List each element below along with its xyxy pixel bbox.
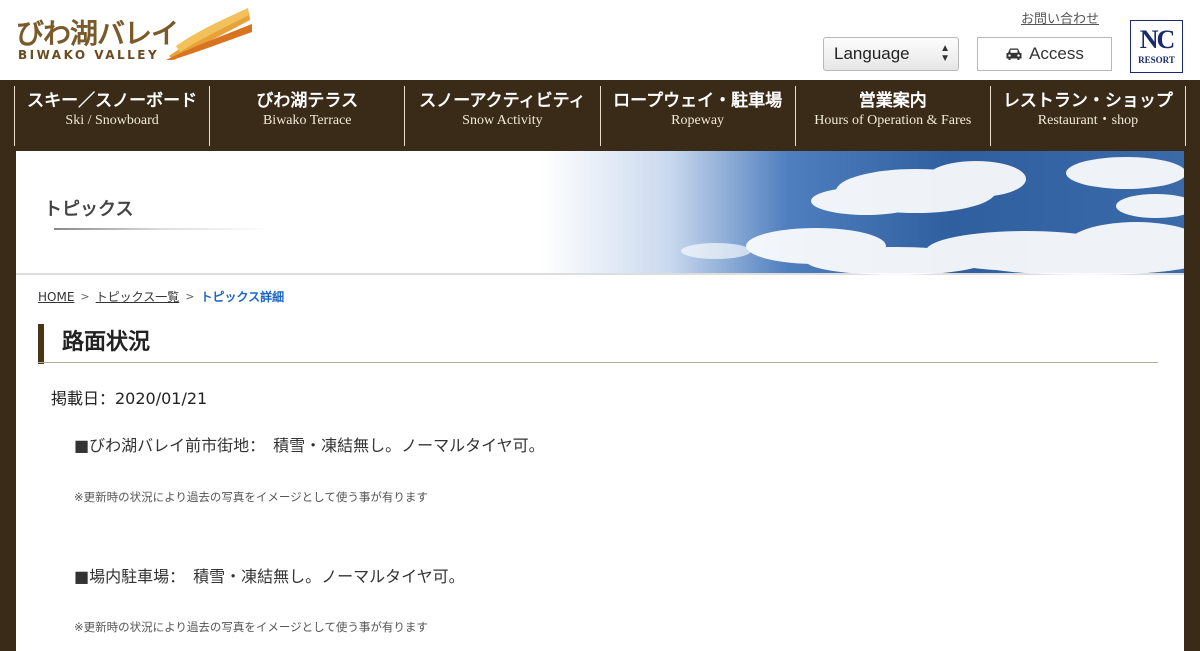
title-divider xyxy=(38,362,1158,363)
nc-logo-bottom: RESORT xyxy=(1138,55,1175,65)
nav-item-label-en: Biwako Terrace xyxy=(262,113,352,128)
nav-item-label-jp: びわ湖テラス xyxy=(256,91,359,111)
language-select[interactable]: Language ▲ ▼ xyxy=(823,37,959,71)
access-button-label: Access xyxy=(1029,44,1084,63)
nc-resort-logo[interactable]: NC RESORT xyxy=(1130,20,1183,73)
main-nav: スキー／スノーボード Ski / Snowboard びわ湖テラス Biwako… xyxy=(14,86,1187,146)
road-status-city: ■びわ湖バレイ前市街地： 積雪・凍結無し。ノーマルタイヤ可。 xyxy=(74,436,545,455)
post-date: 掲載日：2020/01/21 xyxy=(51,389,208,408)
banner-title: トピックス xyxy=(44,199,134,220)
nav-item-ropeway[interactable]: ロープウェイ・駐車場 Ropeway xyxy=(599,86,795,146)
breadcrumb-separator-icon: > xyxy=(185,290,195,303)
nav-item-restaurant-shop[interactable]: レストラン・ショップ Restaurant・shop xyxy=(989,86,1187,146)
nav-item-label-en: Snow Activity xyxy=(462,113,543,128)
nav-item-label-jp: スノーアクティビティ xyxy=(419,91,586,111)
car-icon xyxy=(1006,48,1022,60)
nav-item-label-en: Ski / Snowboard xyxy=(65,113,159,128)
nav-item-ski-snowboard[interactable]: スキー／スノーボード Ski / Snowboard xyxy=(14,86,209,146)
nav-item-label-en: Restaurant・shop xyxy=(1037,113,1139,128)
language-select-label: Language xyxy=(834,44,910,63)
logo-text-jp: びわ湖バレイ xyxy=(16,17,179,50)
content-panel: トピックス HOME > トピックス一覧 > トピックス詳細 路面状況 掲載日：… xyxy=(16,151,1184,651)
photo-note: ※更新時の状況により過去の写真をイメージとして使う事が有ります xyxy=(74,490,428,504)
nav-item-label-jp: スキー／スノーボード xyxy=(27,91,198,111)
contact-link[interactable]: お問い合わせ xyxy=(1021,8,1099,27)
banner-underline xyxy=(54,228,270,230)
logo-wave-icon xyxy=(166,8,252,60)
nav-item-label-jp: 営業案内 xyxy=(858,91,927,111)
nav-item-label-jp: ロープウェイ・駐車場 xyxy=(613,91,783,111)
access-button[interactable]: Access xyxy=(977,37,1112,71)
nav-item-snow-activity[interactable]: スノーアクティビティ Snow Activity xyxy=(404,86,599,146)
nc-logo-top: NC xyxy=(1139,25,1176,54)
breadcrumb-topics-list-link[interactable]: トピックス一覧 xyxy=(96,288,180,305)
breadcrumb-current: トピックス詳細 xyxy=(200,290,285,304)
nav-item-label-jp: レストラン・ショップ xyxy=(1002,91,1173,111)
logo-text-en: BIWAKO VALLEY xyxy=(18,48,160,62)
nav-item-label-en: Ropeway xyxy=(671,113,725,128)
breadcrumb: HOME > トピックス一覧 > トピックス詳細 xyxy=(38,288,284,305)
road-status-parking: ■場内駐車場： 積雪・凍結無し。ノーマルタイヤ可。 xyxy=(74,567,465,586)
select-arrows-icon: ▲ ▼ xyxy=(940,43,950,64)
nav-item-hours-fares[interactable]: 営業案内 Hours of Operation & Fares xyxy=(794,86,990,146)
nav-item-biwako-terrace[interactable]: びわ湖テラス Biwako Terrace xyxy=(209,86,404,146)
topics-banner: トピックス xyxy=(16,151,1184,275)
photo-note: ※更新時の状況により過去の写真をイメージとして使う事が有ります xyxy=(74,620,428,634)
site-header: びわ湖バレイ BIWAKO VALLEY お問い合わせ Language ▲ ▼ … xyxy=(0,0,1200,80)
breadcrumb-home-link[interactable]: HOME xyxy=(38,290,74,304)
cloud-sky-image xyxy=(681,157,1184,275)
biwako-valley-logo[interactable]: びわ湖バレイ BIWAKO VALLEY xyxy=(14,8,254,68)
nav-item-label-en: Hours of Operation & Fares xyxy=(814,113,972,128)
post-title: 路面状況 xyxy=(38,324,1158,364)
breadcrumb-separator-icon: > xyxy=(80,290,90,303)
